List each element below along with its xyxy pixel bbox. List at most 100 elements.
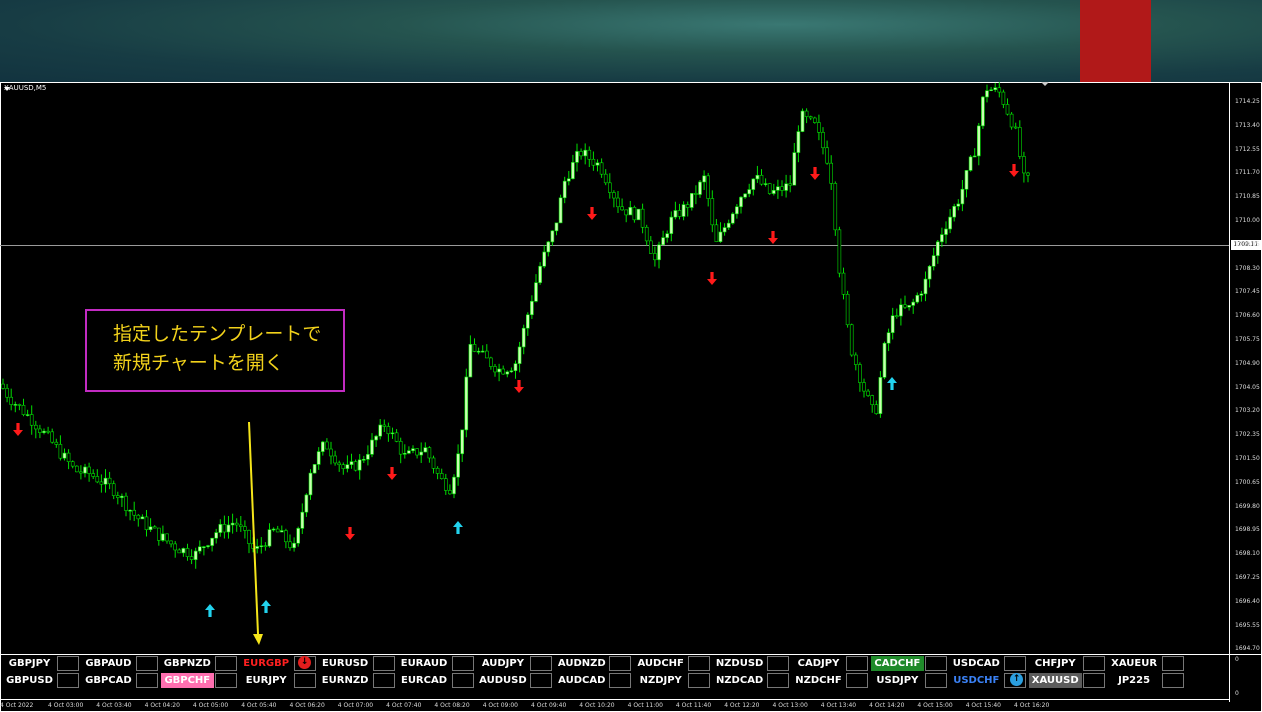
- candle-body: [206, 545, 210, 547]
- symbol-slot[interactable]: [846, 673, 868, 688]
- symbol-slot[interactable]: [214, 656, 237, 671]
- symbol-button-cadjpy[interactable]: CADJPY: [792, 656, 845, 671]
- symbol-button-usdjpy[interactable]: USDJPY: [871, 673, 924, 688]
- symbol-button-eurusd[interactable]: EURUSD: [319, 656, 372, 671]
- symbol-button-audusd[interactable]: AUDUSD: [476, 673, 529, 688]
- window-close-area[interactable]: [1080, 0, 1151, 82]
- candle-body: [402, 453, 407, 455]
- symbol-button-audchf[interactable]: AUDCHF: [634, 656, 687, 671]
- symbol-button-gbpchf[interactable]: GBPCHF: [160, 673, 214, 688]
- symbol-button-eurnzd[interactable]: EURNZD: [319, 673, 372, 688]
- symbol-button-xaueur[interactable]: XAUEUR: [1108, 656, 1161, 671]
- symbol-slot[interactable]: [609, 656, 632, 671]
- symbol-button-gbpcad[interactable]: GBPCAD: [82, 673, 135, 688]
- candle-body: [202, 546, 206, 548]
- symbol-button-audcad[interactable]: AUDCAD: [555, 673, 608, 688]
- symbol-slot[interactable]: [293, 673, 316, 688]
- candle-body: [17, 404, 22, 406]
- symbol-button-usdchf[interactable]: USDCHF: [949, 673, 1003, 688]
- symbol-button-audjpy[interactable]: AUDJPY: [476, 656, 529, 671]
- symbol-slot[interactable]: [530, 656, 553, 671]
- symbol-button-nzdusd[interactable]: NZDUSD: [713, 656, 766, 671]
- candle-body: [382, 424, 387, 427]
- candle-body: [661, 237, 665, 246]
- candle-body: [759, 174, 764, 185]
- symbol-button-cadchf[interactable]: CADCHF: [870, 656, 924, 671]
- symbol-slot[interactable]: [57, 673, 79, 688]
- candle-body: [374, 435, 378, 441]
- symbol-button-gbpnzd[interactable]: GBPNZD: [161, 656, 214, 671]
- symbol-slot[interactable]: [924, 673, 947, 688]
- symbol-slot[interactable]: [846, 656, 868, 671]
- candle-body: [255, 546, 259, 549]
- symbol-slot[interactable]: [924, 656, 947, 671]
- symbol-slot[interactable]: [1082, 656, 1105, 671]
- candle-body: [927, 265, 932, 280]
- indicator-tick-label: 0: [1235, 656, 1239, 663]
- candle-body: [562, 180, 567, 199]
- chart-frame: [0, 82, 1262, 712]
- symbol-button-nzdcad[interactable]: NZDCAD: [713, 673, 766, 688]
- chart-window[interactable]: [0, 82, 1262, 712]
- candle-body: [407, 450, 411, 454]
- symbol-slot[interactable]: [1161, 656, 1184, 671]
- symbol-slot[interactable]: [688, 673, 711, 688]
- symbol-slot[interactable]: [372, 673, 395, 688]
- symbol-slot[interactable]: [451, 673, 474, 688]
- price-chart[interactable]: [0, 82, 1262, 712]
- candle-body: [685, 204, 690, 208]
- symbol-slot[interactable]: [1161, 673, 1184, 688]
- candle-body: [386, 426, 391, 435]
- title-banner: [0, 0, 1262, 82]
- price-tick-label: 1697.25: [1235, 574, 1260, 581]
- candle-body: [136, 514, 141, 520]
- symbol-button-gbpaud[interactable]: GBPAUD: [82, 656, 135, 671]
- candle-body: [554, 222, 559, 232]
- symbol-button-jp225[interactable]: JP225: [1108, 673, 1161, 688]
- price-tick-label: 1695.55: [1235, 621, 1260, 629]
- candle-body: [640, 208, 645, 228]
- symbol-button-audnzd[interactable]: AUDNZD: [555, 656, 608, 671]
- candle-body: [718, 231, 723, 242]
- candle-body: [722, 227, 727, 233]
- symbol-button-gbpjpy[interactable]: GBPJPY: [3, 656, 56, 671]
- candle-body: [259, 545, 264, 548]
- candle-body: [505, 371, 510, 375]
- symbol-slot[interactable]: [451, 656, 474, 671]
- symbol-slot[interactable]: [767, 673, 790, 688]
- candle-body: [320, 441, 325, 452]
- symbol-button-eurcad[interactable]: EURCAD: [398, 673, 451, 688]
- symbol-slot[interactable]: [135, 656, 158, 671]
- symbol-button-nzdjpy[interactable]: NZDJPY: [634, 673, 687, 688]
- candle-body: [329, 448, 333, 457]
- symbol-slot[interactable]: [135, 673, 158, 688]
- symbol-slot[interactable]: [1082, 673, 1105, 688]
- candle-body: [284, 530, 288, 543]
- symbol-button-euraud[interactable]: EURAUD: [398, 656, 451, 671]
- candle-body: [103, 477, 108, 485]
- candle-body: [304, 494, 309, 513]
- symbol-slot[interactable]: [214, 673, 237, 688]
- candle-body: [181, 548, 186, 554]
- symbol-button-chfjpy[interactable]: CHFJPY: [1029, 656, 1082, 671]
- symbol-slot[interactable]: [688, 656, 711, 671]
- symbol-button-nzdchf[interactable]: NZDCHF: [792, 673, 845, 688]
- symbol-slot[interactable]: [530, 673, 553, 688]
- symbol-slot[interactable]: [372, 656, 395, 671]
- buy-arrow-icon: [453, 521, 463, 534]
- symbol-slot[interactable]: [57, 656, 79, 671]
- symbol-slot[interactable]: [767, 656, 790, 671]
- symbol-button-eurjpy[interactable]: EURJPY: [240, 673, 293, 688]
- symbol-slot[interactable]: [609, 673, 632, 688]
- symbol-button-xauusd[interactable]: XAUUSD: [1028, 673, 1082, 688]
- symbol-button-eurgbp[interactable]: EURGBP: [239, 656, 293, 671]
- symbol-button-usdcad[interactable]: USDCAD: [950, 656, 1003, 671]
- symbol-slot[interactable]: [1003, 656, 1026, 671]
- candle-body: [956, 203, 961, 207]
- symbol-button-gbpusd[interactable]: GBPUSD: [3, 673, 56, 688]
- candle-body: [817, 122, 821, 133]
- candle-body: [825, 147, 829, 164]
- candle-body: [923, 278, 928, 295]
- candle-body: [33, 424, 38, 430]
- time-tick-label: 4 Oct 09:00: [482, 702, 518, 709]
